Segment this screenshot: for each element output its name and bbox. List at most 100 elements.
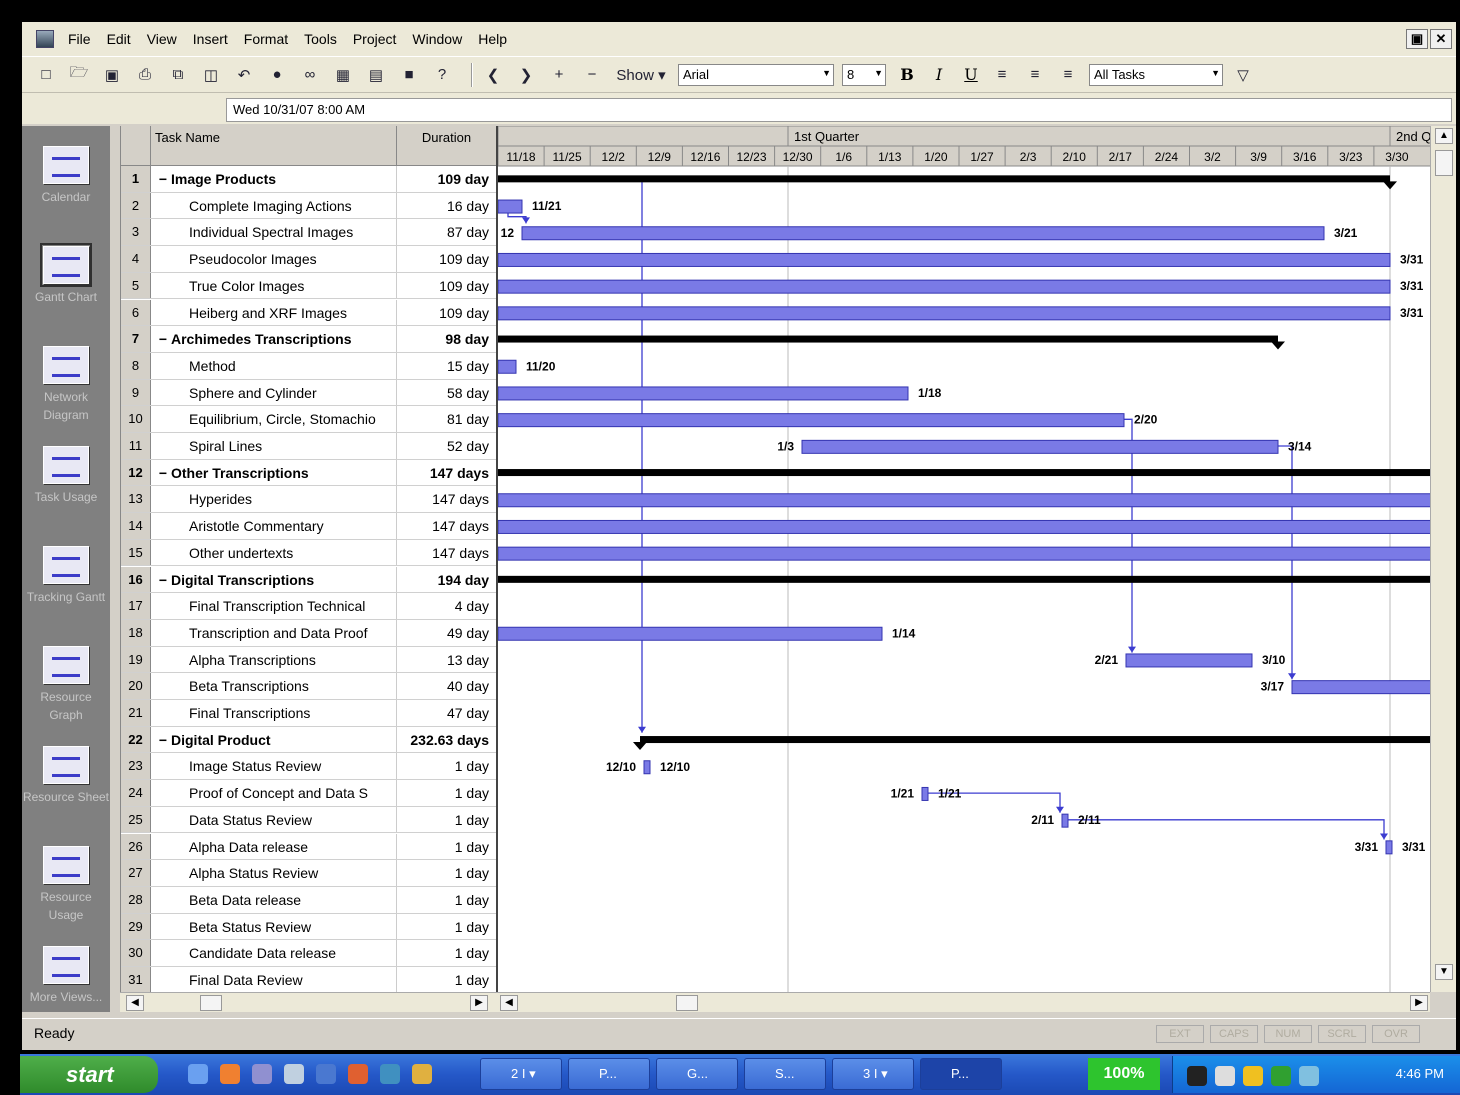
table-row[interactable]: 9 Sphere and Cylinder 58 day <box>121 379 497 407</box>
table-row[interactable]: 22− Digital Product 232.63 days <box>121 726 497 754</box>
row-id[interactable]: 20 <box>121 673 151 699</box>
row-id[interactable]: 7 <box>121 326 151 352</box>
task-name-cell[interactable]: Data Status Review <box>155 806 397 833</box>
table-row[interactable]: 16− Digital Transcriptions 194 day <box>121 566 497 594</box>
duration-cell[interactable]: 1 day <box>399 753 493 779</box>
save-icon[interactable]: ▣ <box>100 63 124 87</box>
task-name-cell[interactable]: Alpha Transcriptions <box>155 646 397 673</box>
task-bar[interactable] <box>498 306 1391 321</box>
task-bar[interactable] <box>498 413 1125 428</box>
task-bar[interactable] <box>498 493 1430 508</box>
table-row[interactable]: 27 Alpha Status Review 1 day <box>121 860 497 887</box>
duration-cell[interactable]: 232.63 days <box>399 727 493 753</box>
task-info-icon[interactable]: ▤ <box>364 63 388 87</box>
duration-cell[interactable]: 109 day <box>399 246 493 272</box>
grid-scroll-thumb[interactable] <box>200 995 222 1011</box>
task-name-cell[interactable]: Beta Data release <box>155 886 397 913</box>
hide-subtasks-icon[interactable]: − <box>580 63 604 87</box>
table-row[interactable]: 23 Image Status Review 1 day <box>121 753 497 781</box>
underline-button[interactable]: U <box>958 65 984 84</box>
task-bar[interactable] <box>498 546 1430 561</box>
table-row[interactable]: 10 Equilibrium, Circle, Stomachio 81 day <box>121 406 497 433</box>
table-row[interactable]: 24 Proof of Concept and Data S 1 day <box>121 780 497 807</box>
task-name-cell[interactable]: Complete Imaging Actions <box>155 192 397 219</box>
paste-icon[interactable]: ◫ <box>199 63 223 87</box>
row-id[interactable]: 8 <box>121 352 151 379</box>
summary-bar[interactable] <box>498 335 1278 343</box>
task-name-cell[interactable]: Spiral Lines <box>155 433 397 459</box>
duration-cell[interactable]: 147 days <box>399 460 493 486</box>
quicklaunch-app-icon[interactable] <box>252 1064 272 1084</box>
column-header-duration[interactable]: Duration <box>397 126 497 166</box>
duration-cell[interactable]: 4 day <box>399 593 493 619</box>
task-name-cell[interactable]: Method <box>155 352 397 379</box>
task-name-cell[interactable]: Aristotle Commentary <box>155 513 397 539</box>
quicklaunch-firefox-icon[interactable] <box>220 1064 240 1084</box>
select-all-corner[interactable] <box>121 126 151 166</box>
row-id[interactable]: 26 <box>121 833 151 860</box>
task-name-cell[interactable]: Image Status Review <box>155 753 397 780</box>
row-id[interactable]: 4 <box>121 246 151 272</box>
split-icon[interactable]: ▦ <box>331 63 355 87</box>
row-id[interactable]: 11 <box>121 433 151 459</box>
duration-cell[interactable]: 15 day <box>399 353 493 379</box>
chart-scroll-thumb[interactable] <box>676 995 698 1011</box>
row-id[interactable]: 2 <box>121 192 151 219</box>
duration-cell[interactable]: 109 day <box>399 273 493 299</box>
app-icon[interactable] <box>36 30 54 48</box>
font-name-combo[interactable]: Arial ▼ <box>678 63 834 86</box>
task-name-cell[interactable]: Candidate Data release <box>155 940 397 966</box>
row-id[interactable]: 15 <box>121 539 151 566</box>
duration-cell[interactable]: 13 day <box>399 647 493 673</box>
row-id[interactable]: 6 <box>121 299 151 326</box>
row-id[interactable]: 30 <box>121 940 151 966</box>
duration-cell[interactable]: 147 days <box>399 486 493 512</box>
align-center-icon[interactable]: ≡ <box>1023 63 1047 87</box>
collapse-toggle-icon[interactable]: − <box>155 567 171 593</box>
close-window-button[interactable]: ✕ <box>1430 29 1452 49</box>
duration-cell[interactable]: 47 day <box>399 700 493 726</box>
duration-cell[interactable]: 147 days <box>399 540 493 566</box>
table-row[interactable]: 13 Hyperides 147 days <box>121 486 497 514</box>
menu-edit[interactable]: Edit <box>99 31 139 47</box>
collapse-toggle-icon[interactable]: − <box>155 166 171 192</box>
task-name-cell[interactable]: Alpha Status Review <box>155 860 397 886</box>
row-id[interactable]: 31 <box>121 967 151 993</box>
task-bar[interactable] <box>498 359 517 374</box>
task-name-cell[interactable]: Individual Spectral Images <box>155 219 397 246</box>
help-icon[interactable]: ? <box>430 63 454 87</box>
menu-view[interactable]: View <box>139 31 185 47</box>
task-name-cell[interactable]: Beta Status Review <box>155 913 397 940</box>
zoom-level[interactable]: 100% <box>1088 1058 1160 1090</box>
task-name-cell[interactable]: − Other Transcriptions <box>155 459 397 486</box>
task-name-cell[interactable]: Beta Transcriptions <box>155 673 397 699</box>
table-row[interactable]: 21 Final Transcriptions 47 day <box>121 700 497 727</box>
view-network-diagram[interactable]: Network Diagram <box>22 346 110 424</box>
task-bar[interactable] <box>643 760 651 775</box>
row-id[interactable]: 24 <box>121 780 151 806</box>
row-id[interactable]: 13 <box>121 486 151 513</box>
duration-cell[interactable]: 16 day <box>399 193 493 219</box>
table-row[interactable]: 3 Individual Spectral Images 87 day <box>121 219 497 247</box>
notes-icon[interactable]: ■ <box>397 63 421 87</box>
table-row[interactable]: 29 Beta Status Review 1 day <box>121 913 497 941</box>
scroll-left-icon[interactable]: ◀ <box>500 995 518 1011</box>
indent-right-icon[interactable]: ❯ <box>514 63 538 87</box>
autofilter-icon[interactable]: ▽ <box>1231 63 1255 87</box>
task-bar[interactable] <box>498 519 1430 534</box>
task-name-cell[interactable]: − Archimedes Transcriptions <box>155 326 397 352</box>
collapse-toggle-icon[interactable]: − <box>155 727 171 753</box>
table-row[interactable]: 25 Data Status Review 1 day <box>121 806 497 834</box>
duration-cell[interactable]: 194 day <box>399 567 493 593</box>
taskbar-button-3[interactable]: G... <box>656 1058 738 1090</box>
task-bar[interactable] <box>498 279 1391 294</box>
collapse-toggle-icon[interactable]: − <box>155 460 171 486</box>
taskbar-button-1[interactable]: 2 I ▾ <box>480 1058 562 1090</box>
duration-cell[interactable]: 98 day <box>399 326 493 352</box>
table-row[interactable]: 2 Complete Imaging Actions 16 day <box>121 192 497 220</box>
duration-cell[interactable]: 1 day <box>399 914 493 940</box>
row-id[interactable]: 22 <box>121 726 151 753</box>
view-resource-graph[interactable]: Resource Graph <box>22 646 110 724</box>
row-id[interactable]: 18 <box>121 619 151 646</box>
task-bar[interactable] <box>498 252 1391 267</box>
